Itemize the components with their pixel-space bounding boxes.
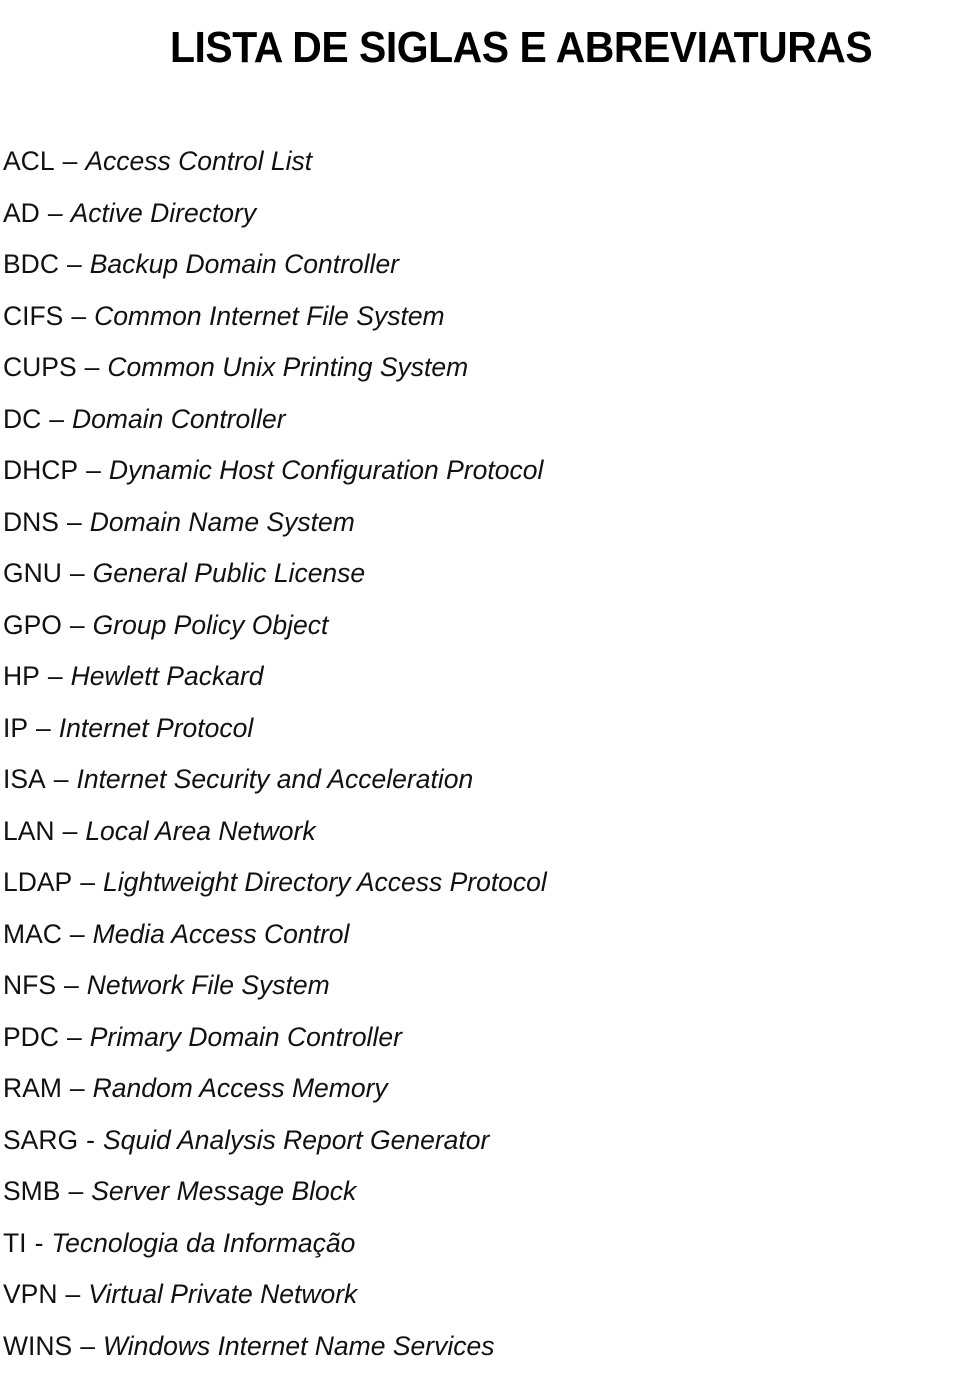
separator: –: [48, 661, 63, 691]
abbreviation: RAM: [3, 1073, 62, 1103]
list-item: DHCP–Dynamic Host Configuration Protocol: [3, 451, 547, 503]
expansion: Dynamic Host Configuration Protocol: [109, 455, 544, 485]
abbreviation: CIFS: [3, 301, 63, 331]
list-item: IP–Internet Protocol: [3, 709, 547, 761]
separator: –: [70, 558, 85, 588]
list-item: LAN–Local Area Network: [3, 812, 547, 864]
list-item: ACL–Access Control List: [3, 142, 547, 194]
separator: –: [80, 1331, 95, 1361]
separator: –: [70, 1073, 85, 1103]
page-title: LISTA DE SIGLAS E ABREVIATURAS: [170, 23, 914, 73]
abbreviation: IP: [3, 713, 28, 743]
list-item: CIFS–Common Internet File System: [3, 297, 547, 349]
abbreviation: DNS: [3, 507, 59, 537]
list-item: NFS–Network File System: [3, 966, 547, 1018]
abbreviation: HP: [3, 661, 40, 691]
abbreviation: LDAP: [3, 867, 72, 897]
expansion: Domain Controller: [72, 404, 286, 434]
abbreviation: ACL: [3, 146, 55, 176]
list-item: DNS–Domain Name System: [3, 503, 547, 555]
separator: –: [70, 919, 85, 949]
abbreviation: SMB: [3, 1176, 60, 1206]
abbreviation: GNU: [3, 558, 62, 588]
list-item: TI-Tecnologia da Informação: [3, 1224, 547, 1276]
abbreviation: PDC: [3, 1022, 59, 1052]
expansion: Internet Protocol: [59, 713, 253, 743]
expansion: Squid Analysis Report Generator: [103, 1125, 489, 1155]
abbreviation: BDC: [3, 249, 59, 279]
list-item: DC–Domain Controller: [3, 400, 547, 452]
list-item: GPO–Group Policy Object: [3, 606, 547, 658]
separator: –: [63, 146, 78, 176]
list-item: PDC–Primary Domain Controller: [3, 1018, 547, 1070]
abbreviation-list: ACL–Access Control ListAD–Active Directo…: [3, 142, 547, 1378]
separator: –: [85, 352, 100, 382]
list-item: MAC–Media Access Control: [3, 915, 547, 967]
expansion: Media Access Control: [93, 919, 350, 949]
list-item: CUPS–Common Unix Printing System: [3, 348, 547, 400]
separator: –: [68, 1176, 83, 1206]
separator: -: [35, 1228, 44, 1258]
list-item: ISA–Internet Security and Acceleration: [3, 760, 547, 812]
abbreviation: LAN: [3, 816, 55, 846]
abbreviation: AD: [3, 198, 40, 228]
abbreviation: ISA: [3, 764, 46, 794]
list-item: VPN–Virtual Private Network: [3, 1275, 547, 1327]
separator: –: [66, 1279, 81, 1309]
list-item: SARG-Squid Analysis Report Generator: [3, 1121, 547, 1173]
abbreviation: MAC: [3, 919, 62, 949]
expansion: Tecnologia da Informação: [51, 1228, 355, 1258]
expansion: Network File System: [87, 970, 330, 1000]
list-item: RAM–Random Access Memory: [3, 1069, 547, 1121]
list-item: AD–Active Directory: [3, 194, 547, 246]
expansion: Server Message Block: [91, 1176, 356, 1206]
separator: –: [67, 507, 82, 537]
expansion: Access Control List: [85, 146, 312, 176]
separator: –: [86, 455, 101, 485]
expansion: Windows Internet Name Services: [103, 1331, 495, 1361]
separator: –: [36, 713, 51, 743]
abbreviation: TI: [3, 1228, 27, 1258]
separator: –: [64, 970, 79, 1000]
separator: –: [67, 249, 82, 279]
expansion: Active Directory: [71, 198, 257, 228]
list-item: BDC–Backup Domain Controller: [3, 245, 547, 297]
expansion: Primary Domain Controller: [90, 1022, 402, 1052]
separator: –: [48, 198, 63, 228]
expansion: Common Unix Printing System: [107, 352, 468, 382]
list-item: LDAP–Lightweight Directory Access Protoc…: [3, 863, 547, 915]
separator: –: [67, 1022, 82, 1052]
expansion: General Public License: [93, 558, 366, 588]
expansion: Virtual Private Network: [88, 1279, 357, 1309]
separator: –: [71, 301, 86, 331]
expansion: Group Policy Object: [93, 610, 329, 640]
expansion: Local Area Network: [85, 816, 315, 846]
abbreviation: SARG: [3, 1125, 78, 1155]
separator: -: [86, 1125, 95, 1155]
abbreviation: GPO: [3, 610, 62, 640]
separator: –: [54, 764, 69, 794]
list-item: SMB–Server Message Block: [3, 1172, 547, 1224]
abbreviation: DC: [3, 404, 41, 434]
list-item: WINS–Windows Internet Name Services: [3, 1327, 547, 1378]
abbreviation: CUPS: [3, 352, 77, 382]
expansion: Lightweight Directory Access Protocol: [103, 867, 547, 897]
abbreviation: VPN: [3, 1279, 58, 1309]
expansion: Internet Security and Acceleration: [76, 764, 473, 794]
separator: –: [70, 610, 85, 640]
expansion: Domain Name System: [90, 507, 355, 537]
expansion: Random Access Memory: [93, 1073, 388, 1103]
expansion: Backup Domain Controller: [90, 249, 399, 279]
abbreviation: WINS: [3, 1331, 72, 1361]
separator: –: [63, 816, 78, 846]
separator: –: [49, 404, 64, 434]
list-item: HP–Hewlett Packard: [3, 657, 547, 709]
abbreviation: NFS: [3, 970, 56, 1000]
expansion: Common Internet File System: [94, 301, 445, 331]
list-item: GNU–General Public License: [3, 554, 547, 606]
separator: –: [80, 867, 95, 897]
expansion: Hewlett Packard: [71, 661, 264, 691]
abbreviation: DHCP: [3, 455, 78, 485]
